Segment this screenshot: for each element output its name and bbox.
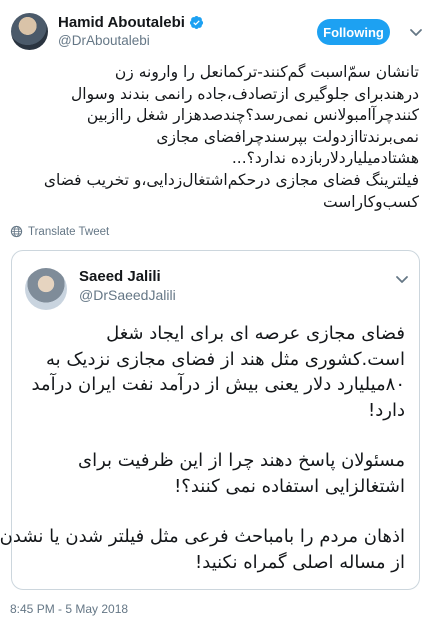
tweet-text-line: کسب‌وکاراست [322, 192, 419, 211]
author-name[interactable]: Hamid Aboutalebi [58, 14, 185, 31]
translate-tweet-label[interactable]: Translate Tweet [28, 226, 109, 238]
quoted-paragraph: اذهان مردم را بامباحث فرعی مثل فیلتر شدن… [0, 524, 405, 575]
tweet-text-line: کنندچرآامبولانس نمی‌رسد؟چندصدهزار شغل را… [86, 106, 419, 125]
quoted-text-line: دارد! [368, 399, 405, 421]
chevron-down-icon[interactable] [408, 24, 424, 40]
chevron-down-icon[interactable] [394, 271, 410, 287]
tweet-text-line: درهندبرای جلوگیری ازتصادف،جاده رانمی بند… [71, 84, 419, 103]
quoted-tweet-text: فضای مجازی عرصه ای برای ایجاد شغل است.کش… [0, 321, 405, 600]
quoted-tweet-card[interactable]: Saeed Jalili @DrSaeedJalili فضای مجازی ع… [0, 250, 420, 590]
quoted-text-line: است.کشوری مثل هند از فضای مجازی نزدیک به [45, 348, 405, 370]
following-button[interactable]: Following [317, 19, 390, 45]
tweet-text: تانشان سمّ‌اسبت گم‌کنند-ترکمانعل را وارو… [11, 62, 419, 213]
tweet-header: Hamid Aboutalebi @DrAboutalebi Following [0, 0, 431, 62]
quoted-text-line: فضای مجازی عرصه ای برای ایجاد شغل [106, 323, 405, 344]
avatar[interactable] [11, 13, 48, 50]
quoted-author-handle[interactable]: @DrSaeedJalili [79, 287, 176, 303]
quoted-text-line: اذهان مردم را بامباحث فرعی مثل فیلتر شدن… [0, 526, 405, 547]
quoted-text-line: اشتغالزایی استفاده نمی کنند؟! [174, 475, 405, 497]
quoted-author-name[interactable]: Saeed Jalili [79, 268, 161, 285]
author-handle[interactable]: @DrAboutalebi [58, 33, 150, 48]
tweet-text-line: تانشان سمّ‌اسبت گم‌کنند-ترکمانعل را وارو… [114, 63, 419, 81]
author-name-row: Hamid Aboutalebi [58, 14, 204, 31]
tweet-timestamp[interactable]: 8:45 PM - 5 May 2018 [10, 602, 128, 616]
globe-icon [10, 225, 23, 238]
translate-tweet-link[interactable]: Translate Tweet [10, 225, 109, 238]
quoted-paragraph: فضای مجازی عرصه ای برای ایجاد شغل است.کش… [15, 321, 405, 423]
verified-badge-icon [189, 15, 204, 30]
quoted-avatar[interactable] [25, 268, 67, 310]
quoted-text-line: از مساله اصلی گمراه نکنید! [195, 551, 405, 573]
quoted-text-line: مسئولان پاسخ دهند چرا از این ظرفیت برای [77, 450, 405, 471]
quoted-text-line: ۸۰میلیارد دلار یعنی بیش از درآمد نفت ایر… [31, 374, 405, 395]
quoted-paragraph: مسئولان پاسخ دهند چرا از این ظرفیت برای … [15, 448, 405, 499]
tweet-text-line: فیلترینگ فضای مجازی درحکم‌اشتغال‌زدایی،و… [43, 170, 419, 189]
tweet-text-line: نمی‌برندتاازدولت بپرسندچرافضای مجازی [156, 127, 419, 146]
tweet-text-line: هشتادمیلیاردلاربازده ندارد؟... [231, 149, 419, 168]
